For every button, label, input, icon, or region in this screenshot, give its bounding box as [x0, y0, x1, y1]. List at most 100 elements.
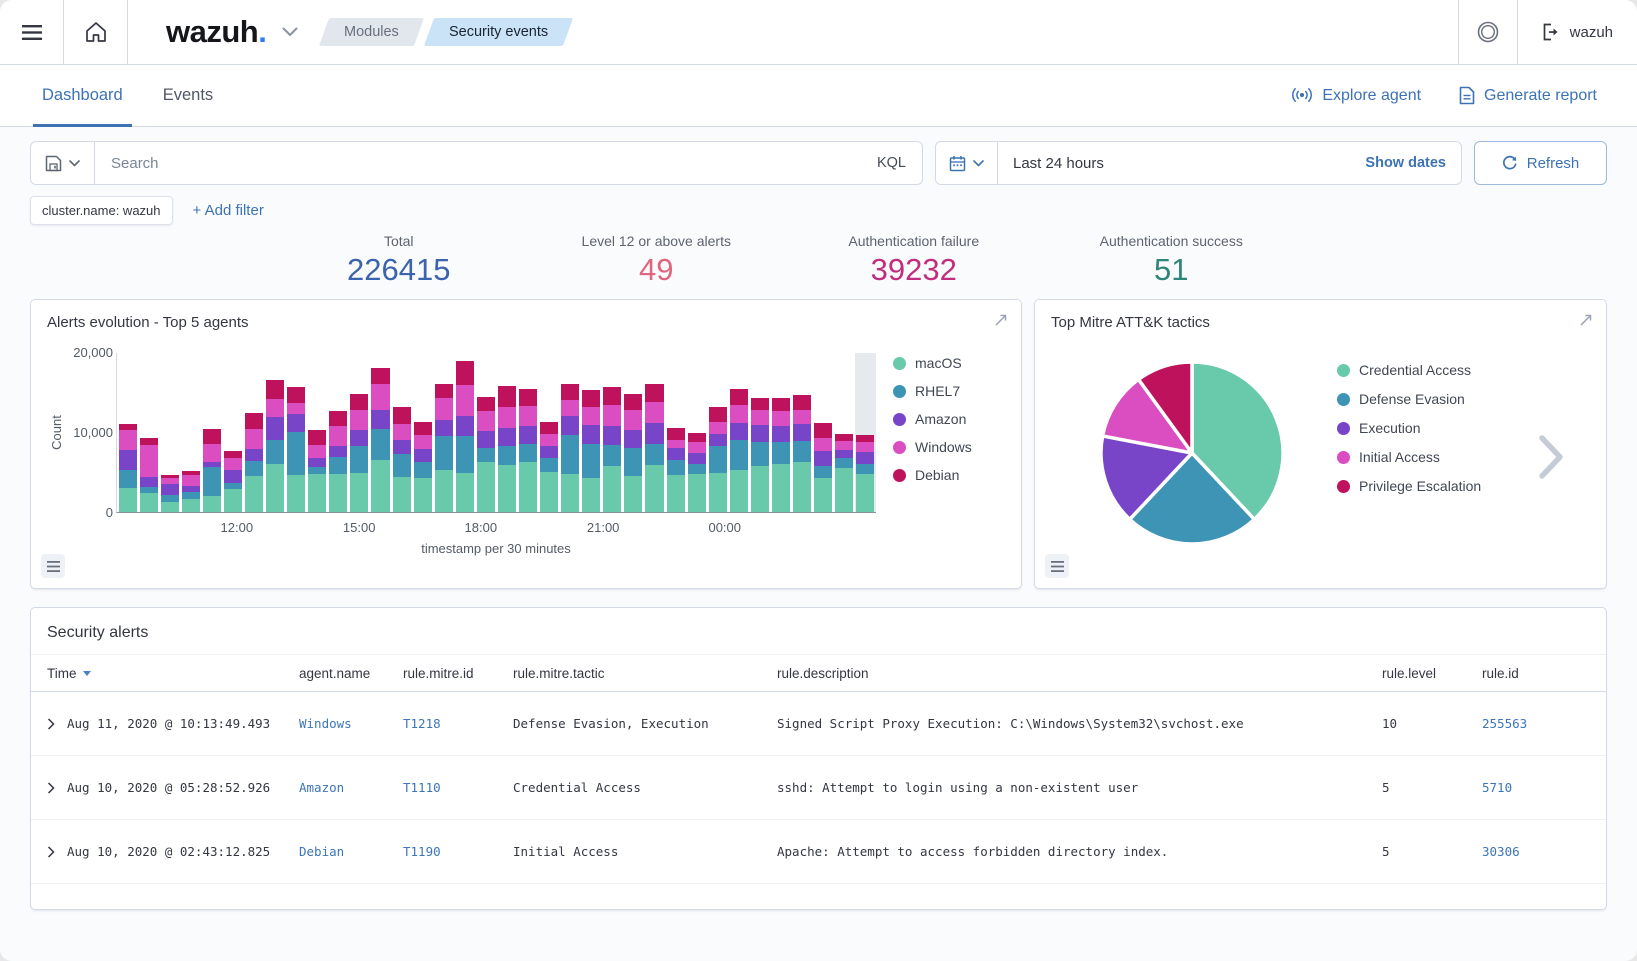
wazuh-logo[interactable]: wazuh.: [166, 14, 266, 50]
bar-segment-macos: [645, 465, 663, 512]
bar[interactable]: [496, 353, 517, 512]
row-expand-button[interactable]: [47, 718, 55, 730]
add-filter-button[interactable]: + Add filter: [193, 202, 264, 219]
bar[interactable]: [138, 353, 159, 512]
cell-agent-name-link[interactable]: Debian: [299, 844, 403, 859]
cell-mitre-id-link[interactable]: T1190: [403, 844, 513, 859]
bar[interactable]: [265, 353, 286, 512]
bar[interactable]: [644, 353, 665, 512]
bar[interactable]: [792, 353, 813, 512]
bar-segment-amazon: [814, 451, 832, 465]
cell-mitre-id-link[interactable]: T1218: [403, 716, 513, 731]
filter-chip-cluster-name[interactable]: cluster.name: wazuh: [30, 196, 173, 225]
bar[interactable]: [728, 353, 749, 512]
bar[interactable]: [117, 353, 138, 512]
bar[interactable]: [454, 353, 475, 512]
bar[interactable]: [602, 353, 623, 512]
saved-queries-button[interactable]: [31, 142, 95, 184]
cell-rule-id-link[interactable]: 30306: [1482, 844, 1590, 859]
bar[interactable]: [307, 353, 328, 512]
refresh-button[interactable]: Refresh: [1474, 141, 1607, 185]
bar-stack: [645, 384, 663, 512]
bar[interactable]: [412, 353, 433, 512]
bar-segment-debian: [308, 430, 326, 445]
tab-dashboard[interactable]: Dashboard: [33, 65, 132, 126]
bar[interactable]: [433, 353, 454, 512]
bar-segment-rhel7: [477, 448, 495, 462]
search-input[interactable]: [95, 155, 861, 172]
expand-panel-button[interactable]: [994, 313, 1008, 332]
row-expand-button[interactable]: [47, 846, 55, 858]
cell-agent-name-link[interactable]: Amazon: [299, 780, 403, 795]
bar[interactable]: [328, 353, 349, 512]
home-button[interactable]: [64, 0, 127, 64]
legend-item-privilege-escalation[interactable]: Privilege Escalation: [1337, 478, 1481, 494]
breadcrumb-modules[interactable]: Modules: [319, 18, 424, 46]
cell-agent-name-link[interactable]: Windows: [299, 716, 403, 731]
date-quick-select-button[interactable]: [936, 142, 998, 184]
cell-rule-id-link[interactable]: 5710: [1482, 780, 1590, 795]
bar[interactable]: [475, 353, 496, 512]
x-axis-label: timestamp per 30 minutes: [116, 541, 876, 556]
legend-item-initial-access[interactable]: Initial Access: [1337, 449, 1481, 465]
bar[interactable]: [159, 353, 180, 512]
bar-segment-macos: [667, 475, 685, 512]
bar[interactable]: [855, 353, 876, 512]
menu-button[interactable]: [0, 0, 63, 64]
bar[interactable]: [770, 353, 791, 512]
bar[interactable]: [349, 353, 370, 512]
bar[interactable]: [517, 353, 538, 512]
bar[interactable]: [834, 353, 855, 512]
cell-rule-id-link[interactable]: 255563: [1482, 716, 1590, 731]
kql-toggle[interactable]: KQL: [861, 155, 922, 171]
bar[interactable]: [243, 353, 264, 512]
bar[interactable]: [180, 353, 201, 512]
legend-item-macos[interactable]: macOS: [893, 355, 972, 371]
legend-item-windows[interactable]: Windows: [893, 439, 972, 455]
bar[interactable]: [686, 353, 707, 512]
health-indicator-button[interactable]: [1459, 0, 1517, 64]
legend-item-amazon[interactable]: Amazon: [893, 411, 972, 427]
expand-panel-button[interactable]: [1579, 313, 1593, 332]
bar-segment-windows: [498, 407, 516, 428]
legend-toggle-button[interactable]: [1045, 554, 1069, 578]
legend-item-execution[interactable]: Execution: [1337, 420, 1481, 436]
tab-events[interactable]: Events: [154, 65, 222, 126]
bar[interactable]: [749, 353, 770, 512]
bar[interactable]: [560, 353, 581, 512]
bar[interactable]: [707, 353, 728, 512]
legend-item-rhel7[interactable]: RHEL7: [893, 383, 972, 399]
cell-mitre-id-link[interactable]: T1110: [403, 780, 513, 795]
app-switcher-button[interactable]: [282, 27, 298, 37]
legend-item-credential-access[interactable]: Credential Access: [1337, 362, 1481, 378]
bar[interactable]: [286, 353, 307, 512]
x-axis-ticks: 12:0015:0018:0021:0000:00: [116, 520, 876, 536]
bar-segment-debian: [498, 386, 516, 407]
row-expand-button[interactable]: [47, 782, 55, 794]
user-menu-button[interactable]: wazuh: [1518, 23, 1637, 41]
time-range-value[interactable]: Last 24 hours: [998, 155, 1350, 172]
legend-item-defense-evasion[interactable]: Defense Evasion: [1337, 391, 1481, 407]
legend-toggle-button[interactable]: [41, 554, 65, 578]
bar[interactable]: [391, 353, 412, 512]
breadcrumb-security-events[interactable]: Security events: [424, 18, 573, 46]
bar[interactable]: [222, 353, 243, 512]
explore-agent-button[interactable]: Explore agent: [1291, 86, 1421, 105]
next-page-chevron[interactable]: [1537, 434, 1565, 485]
legend-dot: [1337, 480, 1350, 493]
column-header-time[interactable]: Time: [47, 666, 299, 681]
bar[interactable]: [201, 353, 222, 512]
generate-report-button[interactable]: Generate report: [1459, 86, 1597, 105]
bar[interactable]: [539, 353, 560, 512]
bar-segment-rhel7: [182, 492, 200, 499]
bar-segment-amazon: [835, 450, 853, 459]
bar[interactable]: [665, 353, 686, 512]
legend-item-debian[interactable]: Debian: [893, 467, 972, 483]
bar[interactable]: [623, 353, 644, 512]
bar-stack: [835, 434, 853, 512]
bar[interactable]: [370, 353, 391, 512]
bar[interactable]: [581, 353, 602, 512]
bar-segment-macos: [161, 502, 179, 512]
bar[interactable]: [813, 353, 834, 512]
show-dates-button[interactable]: Show dates: [1350, 155, 1461, 171]
